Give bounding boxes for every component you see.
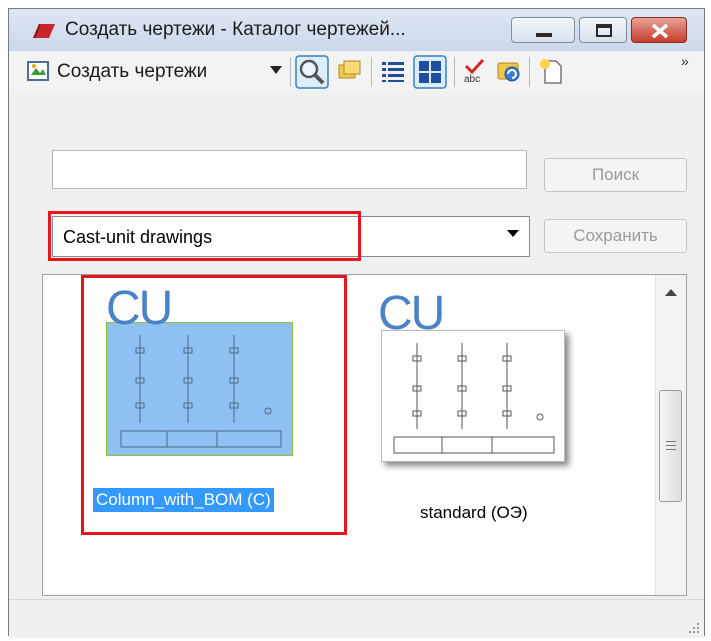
drawing-catalog-list[interactable]: CU Column_with_BOM (C) CU standard (ОЭ): [42, 274, 687, 596]
toolbar-separator: [454, 57, 455, 87]
close-button[interactable]: [631, 17, 687, 43]
search-icon[interactable]: [295, 55, 329, 89]
toolbar-separator: [290, 57, 291, 87]
thumbnail-view-icon[interactable]: [413, 55, 447, 89]
catalog-item-label[interactable]: standard (ОЭ): [420, 503, 528, 523]
create-drawings-label[interactable]: Создать чертежи: [57, 61, 207, 83]
scroll-up-arrow-icon[interactable]: [665, 289, 677, 296]
toolbar: Создать чертежи abc »: [9, 51, 704, 91]
new-icon[interactable]: [537, 57, 565, 85]
spell-check-icon[interactable]: abc: [461, 57, 489, 85]
maximize-icon: [596, 24, 612, 37]
vertical-scrollbar[interactable]: [655, 275, 686, 595]
open-folder-icon[interactable]: [335, 57, 363, 85]
toolbar-separator: [529, 57, 530, 87]
dropdown-arrow-icon[interactable]: [269, 63, 283, 77]
selected-item-highlight-box: [81, 275, 347, 535]
scrollbar-thumb[interactable]: [659, 390, 682, 502]
search-button[interactable]: Поиск: [544, 158, 687, 192]
toolbar-separator: [371, 57, 372, 87]
close-icon: [651, 23, 669, 39]
search-input[interactable]: [52, 150, 527, 189]
status-bar: [9, 599, 704, 638]
grip-line: [666, 441, 676, 442]
catalog-item-column-with-bom[interactable]: CU Column_with_BOM (C): [43, 275, 363, 595]
catalog-item-standard[interactable]: CU standard (ОЭ): [363, 275, 653, 595]
chevron-down-icon[interactable]: [507, 230, 519, 237]
dropdown-highlight-box: [48, 211, 361, 261]
window-title: Создать чертежи - Каталог чертежей...: [65, 19, 406, 40]
resize-grip-icon[interactable]: [686, 620, 700, 634]
svg-text:abc: abc: [464, 74, 480, 85]
drawing-preview-icon: [393, 343, 555, 454]
save-button[interactable]: Сохранить: [544, 219, 687, 253]
create-drawings-icon[interactable]: [25, 57, 53, 85]
drawing-thumbnail: [381, 330, 565, 462]
title-bar[interactable]: Создать чертежи - Каталог чертежей...: [9, 9, 704, 51]
grip-line: [666, 445, 676, 446]
minimize-button[interactable]: [511, 17, 575, 43]
app-icon: [33, 24, 55, 38]
drawing-catalog-window: Создать чертежи - Каталог чертежей... Со…: [8, 8, 705, 638]
cu-badge: CU: [378, 287, 445, 340]
toolbar-overflow-button[interactable]: »: [681, 53, 689, 69]
maximize-button[interactable]: [579, 17, 627, 43]
minimize-icon: [536, 33, 552, 37]
refresh-icon[interactable]: [495, 57, 523, 85]
grip-line: [666, 449, 676, 450]
list-view-icon[interactable]: [379, 57, 407, 85]
